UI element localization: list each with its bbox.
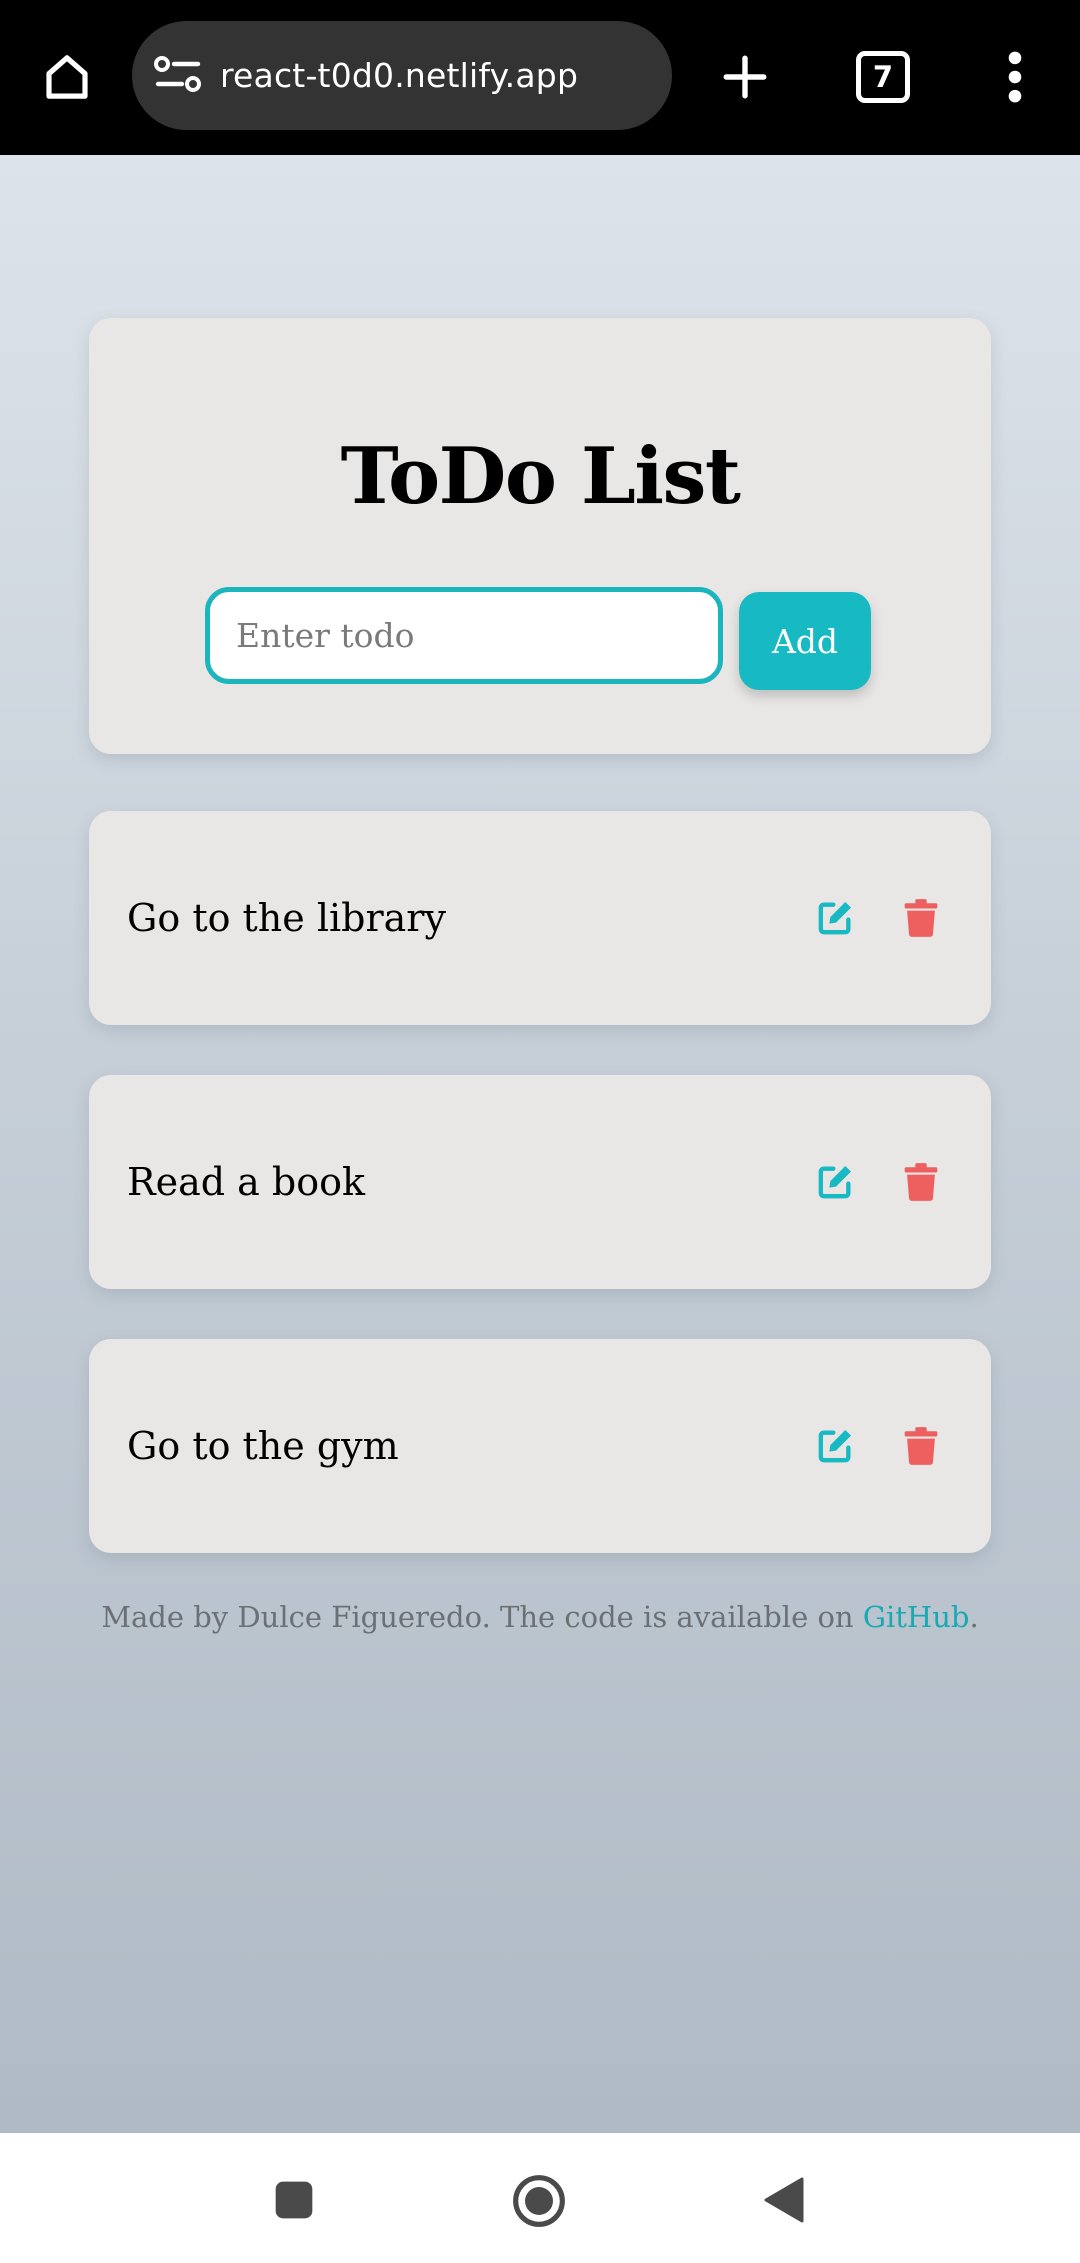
system-navigation-bar <box>0 2133 1080 2263</box>
github-link[interactable]: GitHub <box>863 1600 970 1634</box>
edit-icon <box>818 1166 851 1199</box>
url-text[interactable]: react-t0d0.netlify.app <box>220 21 578 130</box>
plus-icon <box>723 55 767 99</box>
circle-home-icon <box>513 2175 565 2227</box>
todo-text: Go to the library <box>127 896 446 940</box>
footer-period: . <box>969 1600 979 1634</box>
trash-icon <box>904 899 938 937</box>
edit-button[interactable] <box>809 1420 861 1472</box>
page-background: ToDo List Add Go to the library Read a b… <box>0 155 1080 2133</box>
edit-icon <box>818 902 851 935</box>
todo-item: Go to the gym <box>89 1339 991 1553</box>
todo-item: Read a book <box>89 1075 991 1289</box>
new-tab-button[interactable] <box>708 40 782 114</box>
site-settings-icon[interactable] <box>154 53 202 97</box>
delete-button[interactable] <box>895 892 947 944</box>
browser-menu-button[interactable] <box>978 40 1052 114</box>
trash-icon <box>904 1163 938 1201</box>
tab-count-badge: 7 <box>856 51 910 103</box>
trash-icon <box>904 1427 938 1465</box>
edit-button[interactable] <box>809 892 861 944</box>
back-button[interactable] <box>760 2173 808 2227</box>
add-button[interactable]: Add <box>739 592 871 690</box>
todo-input[interactable] <box>205 587 723 684</box>
browser-home-button[interactable] <box>30 40 104 114</box>
edit-button[interactable] <box>809 1156 861 1208</box>
page-title: ToDo List <box>340 431 741 522</box>
address-bar[interactable]: react-t0d0.netlify.app <box>132 21 672 130</box>
recents-button[interactable] <box>270 2176 318 2224</box>
edit-icon <box>818 1430 851 1463</box>
back-triangle-icon <box>764 2177 804 2223</box>
todo-text: Go to the gym <box>127 1424 399 1468</box>
delete-button[interactable] <box>895 1420 947 1472</box>
square-icon <box>275 2181 313 2219</box>
footer-credit: Made by Dulce Figueredo. The code is ava… <box>0 1600 1080 1634</box>
delete-button[interactable] <box>895 1156 947 1208</box>
todo-text: Read a book <box>127 1160 366 1204</box>
system-home-button[interactable] <box>510 2172 568 2230</box>
tab-switcher-button[interactable]: 7 <box>846 40 920 114</box>
home-icon <box>46 55 88 99</box>
todo-item: Go to the library <box>89 811 991 1025</box>
more-vertical-icon <box>1008 51 1022 103</box>
browser-toolbar: react-t0d0.netlify.app 7 <box>0 0 1080 155</box>
footer-text: Made by Dulce Figueredo. The code is ava… <box>101 1600 863 1634</box>
